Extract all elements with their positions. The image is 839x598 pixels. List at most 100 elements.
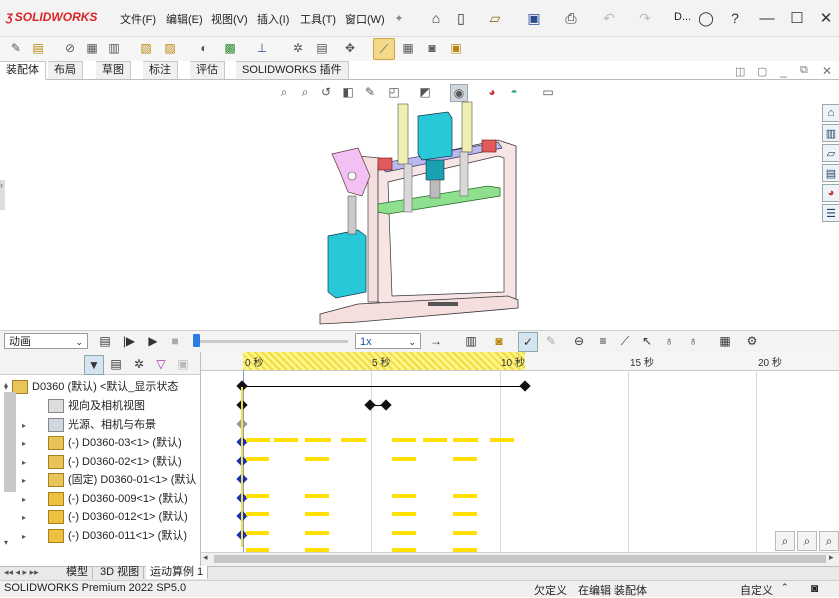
damper-icon[interactable]: ⟋: [616, 332, 634, 350]
viewport-maximize-icon[interactable]: ⧉: [800, 64, 808, 77]
tree-scrollbar[interactable]: [4, 392, 16, 492]
filter-selected-icon[interactable]: ✲: [130, 355, 148, 373]
zoom-in-timeline-icon[interactable]: ⌕: [775, 531, 795, 551]
help-icon[interactable]: ?: [726, 9, 744, 27]
solidworks-resources-icon[interactable]: ⌂: [822, 104, 839, 122]
instant3d-icon[interactable]: ⟋: [373, 38, 395, 60]
units-menu-icon[interactable]: ⌃: [781, 582, 789, 593]
tree-row-component[interactable]: ▸ (-) D0360-02<1> (默认): [0, 453, 198, 471]
motion-bar[interactable]: [341, 438, 366, 442]
tab-assembly[interactable]: 装配体: [0, 61, 46, 80]
tree-row-component[interactable]: ▸ (-) D0360-011<1> (默认): [0, 527, 198, 545]
motion-bar[interactable]: [392, 494, 416, 498]
tab-markup[interactable]: 标注: [143, 61, 178, 79]
show-hidden-icon[interactable]: ◐: [194, 38, 214, 58]
motion-bar[interactable]: [305, 457, 329, 461]
calculate-icon[interactable]: ▤: [96, 332, 114, 350]
tree-scroll-down-icon[interactable]: ▾: [4, 538, 8, 547]
notifications-icon[interactable]: ◙: [811, 581, 818, 595]
assembly-model[interactable]: [318, 96, 528, 328]
menu-view[interactable]: 视图(V): [211, 11, 248, 27]
tree-row-lights[interactable]: ▸ 光源、相机与布景: [0, 416, 198, 434]
menu-tools[interactable]: 工具(T): [300, 11, 336, 27]
tree-scroll-up-icon[interactable]: ▴: [4, 380, 8, 389]
tree-row-component[interactable]: ▸ (固定) D0360-01<1> (默认: [0, 471, 198, 489]
tab-solidworks-addins[interactable]: SOLIDWORKS 插件: [236, 61, 349, 79]
results-and-plots-icon[interactable]: ▦: [716, 332, 734, 350]
motion-bar[interactable]: [490, 438, 514, 442]
filter-animated-icon[interactable]: ▼: [84, 355, 104, 375]
appearances-scenes-icon[interactable]: ◕: [822, 184, 839, 202]
pin-icon[interactable]: ✦: [390, 9, 408, 27]
view-settings-icon[interactable]: ▭: [540, 84, 556, 100]
tree-row-assembly[interactable]: ▾ D0360 (默认) <默认_显示状态: [0, 378, 198, 396]
scroll-left-icon[interactable]: ◂: [203, 552, 208, 563]
edit-component-icon[interactable]: ✎: [6, 38, 26, 58]
motion-bar[interactable]: [453, 438, 478, 442]
viewport-tile-icon[interactable]: ▢: [757, 65, 767, 78]
move-component-icon[interactable]: ▨: [160, 38, 180, 58]
tab-model[interactable]: 模型: [62, 566, 93, 579]
study-type-select[interactable]: 动画 ⌄: [4, 333, 88, 349]
motion-bar[interactable]: [305, 512, 329, 516]
tab-scroll-icons[interactable]: ◂◂ ◂ ▸ ▸▸: [4, 567, 39, 578]
spring-icon[interactable]: ≡: [594, 332, 612, 350]
motion-bar[interactable]: [246, 457, 269, 461]
feature-manager-expand-icon[interactable]: ›: [0, 180, 5, 210]
take-snapshot-icon[interactable]: ◙: [422, 38, 442, 58]
motion-bar[interactable]: [305, 438, 331, 442]
timeline-area[interactable]: [201, 352, 839, 552]
tree-row-component[interactable]: ▸ (-) D0360-009<1> (默认): [0, 490, 198, 508]
motion-bar[interactable]: [453, 512, 477, 516]
bill-of-materials-icon[interactable]: ▤: [312, 38, 332, 58]
menu-file[interactable]: 文件(F): [120, 11, 156, 27]
gravity-icon[interactable]: ♁: [684, 332, 702, 350]
close-window-icon[interactable]: ✕: [815, 8, 837, 28]
zoom-to-fit-icon[interactable]: ⌕: [276, 84, 292, 100]
insert-component-icon[interactable]: ▤: [28, 38, 48, 58]
tab-motion-study[interactable]: 运动算例 1: [146, 566, 209, 579]
playback-slider-track[interactable]: [193, 340, 348, 343]
contact-icon[interactable]: ♁: [660, 332, 678, 350]
playback-speed-select[interactable]: 1x ⌄: [355, 333, 421, 349]
animation-wizard-icon[interactable]: ◙: [490, 332, 508, 350]
tree-row-view-camera[interactable]: 视向及相机视图: [0, 397, 198, 415]
filter-results-icon[interactable]: ▽: [152, 355, 170, 373]
tab-evaluate[interactable]: 评估: [190, 61, 225, 79]
stop-icon[interactable]: ■: [166, 332, 184, 350]
motion-study-properties-icon[interactable]: ⚙: [743, 332, 761, 350]
filter-driving-icon[interactable]: ▤: [107, 355, 125, 373]
undo-icon[interactable]: ↶: [600, 9, 618, 27]
tree-row-component[interactable]: ▸ (-) D0360-03<1> (默认): [0, 434, 198, 452]
maximize-window-icon[interactable]: ☐: [786, 8, 808, 28]
playback-mode-icon[interactable]: →: [427, 332, 445, 350]
motion-bar[interactable]: [305, 531, 329, 535]
timeline-scrollbar-thumb[interactable]: [214, 555, 826, 563]
zoom-to-area-icon[interactable]: ⌕: [297, 84, 313, 100]
assembly-features-icon[interactable]: ▩: [220, 38, 240, 58]
zoom-to-fit-timeline-icon[interactable]: ⌕: [819, 531, 839, 551]
custom-properties-icon[interactable]: ☰: [822, 204, 839, 222]
linear-pattern-icon[interactable]: ▥: [104, 38, 124, 58]
tab-sketch[interactable]: 草图: [96, 61, 131, 79]
menu-insert[interactable]: 插入(I): [257, 11, 289, 27]
user-account-icon[interactable]: ◯: [697, 9, 715, 27]
print-icon[interactable]: ⎙: [562, 9, 580, 27]
viewport-minimize-icon[interactable]: _: [780, 64, 787, 78]
component-preview-icon[interactable]: ▦: [82, 38, 102, 58]
mate-icon[interactable]: ⊘: [60, 38, 80, 58]
view-palette-icon[interactable]: ▤: [822, 164, 839, 182]
tree-row-component[interactable]: ▸ (-) D0360-012<1> (默认): [0, 508, 198, 526]
force-icon[interactable]: ↖: [638, 332, 656, 350]
motion-bar[interactable]: [274, 438, 298, 442]
motion-bar[interactable]: [305, 494, 329, 498]
play-from-start-icon[interactable]: |▶: [120, 332, 138, 350]
play-icon[interactable]: ▶: [144, 332, 162, 350]
menu-window[interactable]: 窗口(W): [345, 11, 385, 27]
tab-3d-views[interactable]: 3D 视图: [96, 566, 145, 579]
minimize-window-icon[interactable]: —: [756, 8, 778, 28]
large-assembly-mode-icon[interactable]: ▣: [446, 38, 466, 58]
design-library-icon[interactable]: ▥: [822, 124, 839, 142]
playback-slider-thumb[interactable]: [193, 334, 200, 347]
motion-bar[interactable]: [246, 531, 269, 535]
